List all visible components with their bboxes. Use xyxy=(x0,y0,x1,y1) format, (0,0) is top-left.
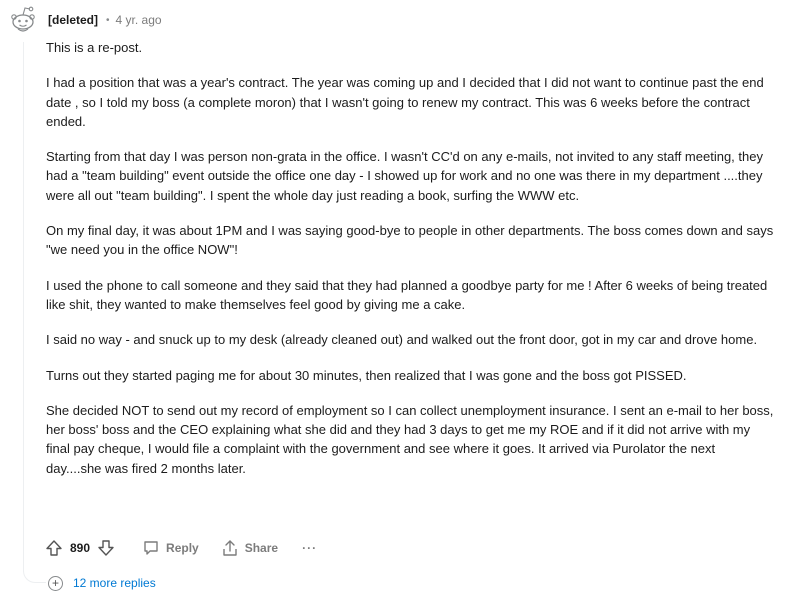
comment-paragraph: This is a re-post. xyxy=(46,40,143,55)
thread-connector xyxy=(23,562,46,583)
share-icon xyxy=(223,540,237,556)
reply-button[interactable]: Reply xyxy=(142,539,199,557)
speech-bubble-icon xyxy=(144,541,158,555)
more-replies-link[interactable]: + 12 more replies xyxy=(48,574,156,592)
meta-separator: • xyxy=(106,14,110,26)
thread-line[interactable] xyxy=(23,42,24,572)
comment-paragraph: On my final day, it was about 1PM and I … xyxy=(46,223,774,258)
arrow-up-icon[interactable] xyxy=(44,538,64,558)
comment-paragraph: I said no way - and snuck up to my desk … xyxy=(46,332,758,348)
comment-paragraph: I had a position that was a year's contr… xyxy=(46,75,764,129)
vote-control: 890 xyxy=(44,538,116,558)
vote-count: 890 xyxy=(70,541,91,555)
more-replies-label: 12 more replies xyxy=(73,576,156,590)
comment-author: [deleted] xyxy=(48,13,99,27)
comment-action-bar: 890 Reply Share ··· xyxy=(44,536,317,560)
arrow-down-icon[interactable] xyxy=(96,538,116,558)
comment-paragraph: Turns out they started paging me for abo… xyxy=(46,367,687,383)
share-button[interactable]: Share xyxy=(221,539,278,557)
comment-body: This is a re-post. I had a position that… xyxy=(46,38,774,494)
deleted-user-avatar xyxy=(8,4,38,34)
reply-label: Reply xyxy=(166,541,199,555)
comment-paragraph: I used the phone to call someone and the… xyxy=(46,277,768,312)
comment-header: [deleted] • 4 yr. ago xyxy=(48,11,162,29)
share-label: Share xyxy=(244,541,279,555)
more-options-button[interactable]: ··· xyxy=(302,541,317,555)
snoo-avatar-icon xyxy=(11,6,35,32)
comment-paragraph: Starting from that day I was person non-… xyxy=(46,149,763,203)
comment-timestamp[interactable]: 4 yr. ago xyxy=(116,13,162,27)
plus-circle-icon: + xyxy=(48,575,63,591)
comment-paragraph: She decided NOT to send out my record of… xyxy=(46,402,774,476)
